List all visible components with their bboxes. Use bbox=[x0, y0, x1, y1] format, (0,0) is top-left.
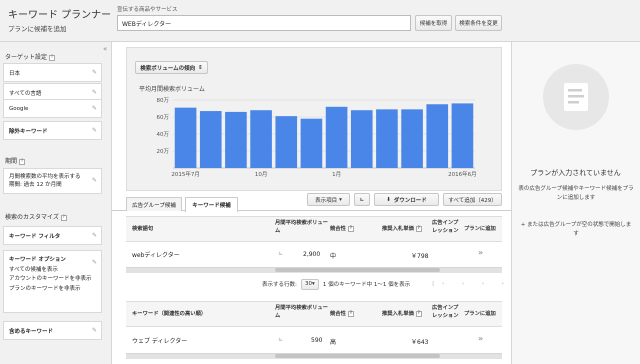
period-heading: 期間? bbox=[5, 158, 26, 165]
help-icon[interactable]: ? bbox=[60, 214, 67, 221]
y-tick-label: 60万 bbox=[157, 114, 170, 121]
keyword-filter[interactable]: キーワード フィルタ ✎ bbox=[3, 226, 102, 245]
bar-11 bbox=[451, 103, 474, 168]
help-icon[interactable]: ? bbox=[415, 310, 422, 317]
chart-type-dropdown[interactable]: 検索ボリュームの傾向 ⇕ bbox=[135, 61, 208, 74]
download-icon: ⬇ bbox=[386, 196, 391, 203]
y-tick-label: 40万 bbox=[157, 131, 170, 138]
tab-ad-group-ideas[interactable]: 広告グループ候補 bbox=[126, 197, 182, 211]
bar-4 bbox=[275, 116, 298, 168]
bar-7 bbox=[350, 110, 373, 168]
scroll-thumb[interactable] bbox=[275, 354, 440, 358]
product-input[interactable] bbox=[117, 15, 411, 31]
col-bid[interactable]: 推奨入札単価? bbox=[382, 225, 422, 233]
target-network[interactable]: Google ✎ bbox=[3, 99, 102, 118]
keyword-cell: webディレクター bbox=[132, 252, 180, 259]
volume-cell: 2,900 bbox=[303, 251, 321, 258]
y-tick-label: 80万 bbox=[157, 97, 170, 104]
add-to-plan-icon[interactable]: » bbox=[478, 334, 483, 343]
help-icon[interactable]: ? bbox=[415, 225, 422, 232]
chart-title: 平均月間検索ボリューム bbox=[139, 86, 205, 93]
pencil-icon[interactable]: ✎ bbox=[92, 89, 98, 96]
keyword-options[interactable]: キーワード オプション すべての候補を表示 アカウントのキーワードを非表示 プラ… bbox=[3, 250, 102, 313]
bar-0 bbox=[174, 107, 197, 168]
help-icon[interactable]: ? bbox=[347, 310, 354, 317]
col-search-term[interactable]: 検索語句 bbox=[132, 225, 153, 233]
competition-cell: 高 bbox=[330, 339, 337, 346]
empty-plan-note: + または広告グループが空の状態で開始します bbox=[520, 222, 632, 237]
bar-3 bbox=[250, 110, 272, 168]
bar-10 bbox=[426, 104, 449, 168]
pencil-icon[interactable]: ✎ bbox=[92, 232, 98, 239]
scroll-thumb[interactable] bbox=[275, 268, 440, 272]
add-to-plan-icon[interactable]: » bbox=[478, 248, 483, 257]
rows-select[interactable]: 30 ▾ bbox=[300, 278, 319, 290]
col-volume[interactable]: 月間平均検索ボリューム bbox=[275, 219, 329, 236]
empty-plan-icon bbox=[543, 64, 609, 130]
search-label: 宣伝する商品やサービス bbox=[117, 7, 178, 13]
get-ideas-button[interactable]: 候補を取得 bbox=[415, 15, 452, 31]
volume-chart: 20万 40万 60万 80万 2015年7月 10月 1月 2016年6月 bbox=[157, 97, 477, 178]
add-all-button[interactable]: すべて追加（429） bbox=[443, 193, 502, 206]
pencil-icon[interactable]: ✎ bbox=[92, 178, 98, 184]
trend-icon[interactable]: ⊾ bbox=[278, 336, 283, 343]
help-icon[interactable]: ? bbox=[49, 54, 56, 61]
collapse-sidebar-icon[interactable]: « bbox=[103, 45, 111, 53]
x-tick-label: 2015年7月 bbox=[171, 170, 200, 178]
bid-cell: ￥798 bbox=[411, 253, 429, 260]
bar-1 bbox=[199, 111, 222, 168]
tab-keyword-ideas[interactable]: キーワード候補 bbox=[185, 197, 238, 212]
customize-heading: 検索のカスタマイズ? bbox=[5, 214, 67, 221]
columns-button[interactable]: 表示項目 ▾ bbox=[307, 193, 350, 206]
y-tick-label: 20万 bbox=[157, 148, 170, 155]
empty-plan-title: プランが入力されていません bbox=[530, 169, 621, 177]
pencil-icon[interactable]: ✎ bbox=[92, 260, 98, 266]
volume-cell: 590 bbox=[311, 337, 323, 344]
col-add-to-plan: プランに追加 bbox=[464, 226, 496, 232]
app-subtitle: プランに候補を追加 bbox=[8, 25, 67, 33]
download-button[interactable]: ⬇ ダウンロード bbox=[374, 193, 439, 206]
chart-icon: ⊾ bbox=[359, 196, 365, 203]
col-bid[interactable]: 推奨入札単価? bbox=[382, 310, 422, 318]
app-title: キーワード プランナー bbox=[8, 10, 112, 21]
pencil-icon[interactable]: ✎ bbox=[92, 327, 98, 334]
bar-6 bbox=[325, 106, 348, 168]
col-competition[interactable]: 競合性? bbox=[330, 310, 354, 318]
rows-label: 表示する行数: bbox=[262, 282, 297, 288]
keyword-cell: ウェブ ディレクター bbox=[132, 338, 188, 345]
help-icon[interactable]: ? bbox=[347, 225, 354, 232]
date-range[interactable]: 月間検索数の平均を表示する 期間: 過去 12 か月間 ✎ bbox=[3, 168, 102, 194]
help-icon[interactable]: ? bbox=[19, 158, 26, 165]
col-impr-share[interactable]: 広告インプレッション シェア bbox=[432, 219, 462, 236]
pagination-bar: 表示する行数: 30 ▾ 1 個のキーワード中 1〜1 個を表示 |‹ ‹ › ›… bbox=[262, 277, 522, 291]
negative-keywords[interactable]: 除外キーワード ✎ bbox=[3, 121, 102, 140]
modify-search-button[interactable]: 検索条件を変更 bbox=[455, 15, 502, 31]
pencil-icon[interactable]: ✎ bbox=[92, 105, 98, 112]
trend-icon[interactable]: ⊾ bbox=[278, 250, 283, 257]
bar-8 bbox=[376, 109, 398, 168]
empty-plan-description: 表の広告グループ候補やキーワード候補をプランに追加します bbox=[518, 186, 634, 201]
pencil-icon[interactable]: ✎ bbox=[92, 69, 98, 76]
chart-toggle-button[interactable]: ⊾ bbox=[354, 193, 370, 206]
x-tick-label: 10月 bbox=[255, 171, 267, 178]
bar-5 bbox=[300, 118, 323, 168]
include-keywords[interactable]: 含めるキーワード ✎ bbox=[3, 321, 102, 340]
x-tick-label: 2016年6月 bbox=[448, 170, 477, 178]
competition-cell: 中 bbox=[330, 253, 337, 260]
col-volume[interactable]: 月間平均検索ボリューム bbox=[275, 304, 329, 321]
col-competition[interactable]: 競合性? bbox=[330, 225, 354, 233]
x-tick-label: 1月 bbox=[332, 171, 341, 178]
targeting-heading: ターゲット設定? bbox=[5, 54, 56, 61]
dropdown-icon: ▾ bbox=[339, 196, 342, 203]
updown-icon: ⇕ bbox=[198, 64, 203, 71]
pencil-icon[interactable]: ✎ bbox=[92, 127, 98, 134]
bid-cell: ￥643 bbox=[411, 339, 429, 346]
page-range: 1 個のキーワード中 1〜1 個を表示 bbox=[322, 282, 411, 288]
col-impr-share[interactable]: 広告インプレッション シェア bbox=[432, 304, 462, 321]
target-location[interactable]: 日本 ✎ bbox=[3, 63, 102, 82]
col-add-to-plan: プランに追加 bbox=[464, 311, 496, 317]
bar-9 bbox=[401, 109, 423, 168]
col-keyword-relevance[interactable]: キーワード（関連性の高い順） bbox=[132, 310, 206, 318]
bar-2 bbox=[225, 111, 247, 168]
